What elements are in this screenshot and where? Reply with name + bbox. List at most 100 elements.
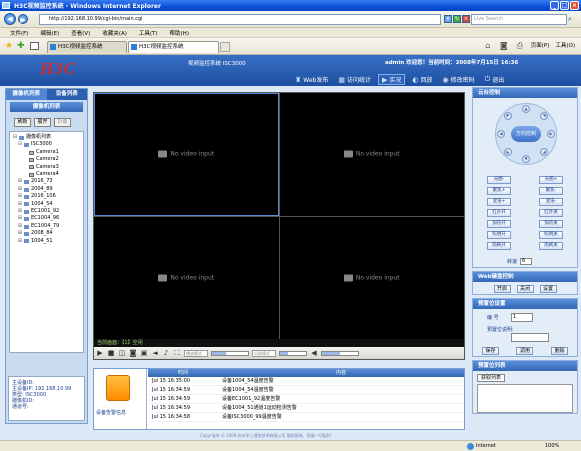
ptz-upleft-icon[interactable]: ◤	[504, 112, 512, 120]
menu-view[interactable]: 查看(V)	[71, 29, 90, 37]
refresh-button[interactable]: 刷新	[14, 118, 31, 127]
expand-button[interactable]: 展开	[34, 118, 51, 127]
tree-node[interactable]: ⊞ 2004_89	[12, 186, 81, 193]
snapshot-icon[interactable]: ◫	[118, 349, 126, 357]
preset-number-input[interactable]: 1	[511, 313, 533, 322]
ptz-button[interactable]: 雨刷开	[487, 242, 511, 250]
menu-edit[interactable]: 编辑(E)	[40, 29, 59, 37]
tree-node[interactable]: ⊞ 2016_106	[12, 193, 81, 200]
alarm-row[interactable]: Jul 15 16:34:59 设备1004_54温度告警	[148, 386, 464, 395]
ptz-button[interactable]: 红外关	[539, 209, 563, 217]
menu-help[interactable]: 帮助(H)	[170, 29, 189, 37]
ptz-button[interactable]: 红外开	[487, 209, 511, 217]
tab-1[interactable]: H3C视频监控系统	[47, 41, 127, 53]
tree-node[interactable]: ⊞ EC1004_79	[12, 223, 81, 230]
video-window-3[interactable]: No video input	[94, 216, 279, 339]
preset-list-box[interactable]	[477, 384, 573, 413]
ptz-button[interactable]: 雨刷关	[539, 242, 563, 250]
brightness-slider[interactable]	[279, 350, 307, 356]
tree-node[interactable]: Camera4	[12, 171, 81, 178]
nav-change-password[interactable]: ◉ 修改密码	[440, 74, 478, 85]
ptz-downleft-icon[interactable]: ◣	[504, 148, 512, 156]
record-icon[interactable]: ◙	[129, 349, 137, 357]
tree-node[interactable]: ⊞ 2016_73	[12, 178, 81, 185]
tab-device-list[interactable]: 设备列表	[47, 89, 88, 100]
keyboard-open-button[interactable]: 开启	[493, 285, 511, 293]
ptz-button[interactable]: 光圈-	[487, 176, 511, 184]
collapse-button[interactable]: 折叠	[54, 118, 71, 127]
ptz-button[interactable]: 加热关	[539, 220, 563, 228]
fullscreen-icon[interactable]: ⛶	[173, 349, 181, 357]
expander-icon[interactable]: ⊞	[17, 215, 23, 222]
nav-logout[interactable]: ⏻ 退出	[482, 74, 508, 85]
talk-icon[interactable]: ♪	[162, 349, 170, 357]
ptz-down-icon[interactable]: ▼	[522, 155, 530, 163]
mute-icon[interactable]: ◄	[151, 349, 159, 357]
ptz-up-icon[interactable]: ▲	[522, 105, 530, 113]
nav-live[interactable]: ▶ 实况	[378, 74, 406, 85]
menu-favorites[interactable]: 收藏夹(A)	[102, 29, 127, 37]
tree-node[interactable]: ⊞ EC1001_92	[12, 208, 81, 215]
tree-node[interactable]: ⊟ 摄像机列表	[12, 134, 81, 141]
feeds-icon[interactable]: ◙	[499, 41, 509, 51]
ptz-downright-icon[interactable]: ◢	[540, 148, 548, 156]
expander-icon[interactable]: ⊞	[17, 238, 23, 245]
search-icon[interactable]: ⌕	[568, 15, 577, 24]
alarm-row[interactable]: Jul 15 16:35:00 设备1004_54温度告警	[148, 377, 464, 386]
ptz-button[interactable]: 变倍+	[487, 198, 511, 206]
menu-tools[interactable]: 工具(T)	[139, 29, 158, 37]
refresh-icon[interactable]: ↻	[453, 15, 461, 23]
back-button[interactable]: ◀	[4, 13, 16, 25]
play-icon[interactable]: ▶	[96, 349, 104, 357]
tree-node[interactable]: ⊞ 2008_84	[12, 230, 81, 237]
expander-icon[interactable]: ⊞	[17, 193, 23, 200]
tab-2[interactable]: H3C视频监控系统	[128, 41, 219, 53]
url-input[interactable]: http://192.168.10.99/cgi-bin/main.cgi	[39, 14, 441, 25]
split-mode-select[interactable]: 分屏模式	[252, 349, 276, 357]
nav-playback[interactable]: ◐ 回放	[409, 74, 435, 85]
expander-icon[interactable]: ⊞	[17, 208, 23, 215]
expander-icon[interactable]: ⊞	[17, 178, 23, 185]
keyboard-settings-button[interactable]: 设置	[539, 285, 557, 293]
tree-node[interactable]: ⊞ EC1004_96	[12, 215, 81, 222]
expander-icon[interactable]: ⊞	[17, 230, 23, 237]
tree-node[interactable]: ⊟ ISC3000	[12, 141, 81, 148]
tree-node[interactable]: Camera3	[12, 164, 81, 171]
add-favorite-icon[interactable]: ✚	[17, 41, 25, 51]
ptz-button[interactable]: 变倍-	[539, 198, 563, 206]
expander-icon[interactable]: ⊟	[17, 141, 23, 148]
volume-slider[interactable]	[321, 350, 359, 356]
expander-icon[interactable]: ⊞	[17, 201, 23, 208]
ptz-button[interactable]: 聚焦-	[539, 187, 563, 195]
expander-icon[interactable]: ⊟	[12, 134, 18, 141]
ptz-right-icon[interactable]: ▶	[547, 130, 555, 138]
tree-node[interactable]: Camera2	[12, 156, 81, 163]
quick-tabs-icon[interactable]	[30, 42, 39, 50]
ptz-center-button[interactable]: 方向控制	[511, 126, 541, 142]
volume-icon[interactable]: ◀	[310, 349, 318, 357]
video-window-2[interactable]: No video input	[279, 93, 464, 216]
video-window-4[interactable]: No video input	[279, 216, 464, 339]
ptz-button[interactable]: 照明开	[487, 231, 511, 239]
dropdown-icon[interactable]: ▾	[444, 15, 452, 23]
alarm-row[interactable]: Jul 15 16:34:59 设备1004_51通道1运动检测告警	[148, 404, 464, 413]
tree-node[interactable]: Camera1	[12, 149, 81, 156]
video-window-1[interactable]: No video input	[94, 93, 279, 216]
tree-node[interactable]: ⊞ 1004_54	[12, 201, 81, 208]
tree-node[interactable]: ⊞ 1004_51	[12, 238, 81, 245]
speed-select[interactable]: 6	[520, 258, 533, 265]
page-menu[interactable]: 页面(P)	[531, 41, 550, 52]
stop-icon[interactable]: ■	[107, 349, 115, 357]
get-list-button[interactable]: 获取列表	[477, 374, 505, 382]
ptz-button[interactable]: 聚焦+	[487, 187, 511, 195]
menu-file[interactable]: 文件(F)	[10, 29, 28, 37]
nav-web-publish[interactable]: ♜ Web发布	[292, 74, 331, 85]
preset-delete-button[interactable]: 删除	[551, 347, 569, 355]
play-mode-select[interactable]: 播放模式	[184, 349, 208, 357]
ptz-left-icon[interactable]: ◀	[497, 130, 505, 138]
tab-camera-list[interactable]: 摄像机列表	[6, 89, 47, 100]
ptz-button[interactable]: 加热开	[487, 220, 511, 228]
expander-icon[interactable]: ⊞	[17, 186, 23, 193]
preset-call-button[interactable]: 调用	[516, 347, 534, 355]
alarm-row[interactable]: Jul 15 16:34:58 设备ISC3000_99温度告警	[148, 413, 464, 422]
